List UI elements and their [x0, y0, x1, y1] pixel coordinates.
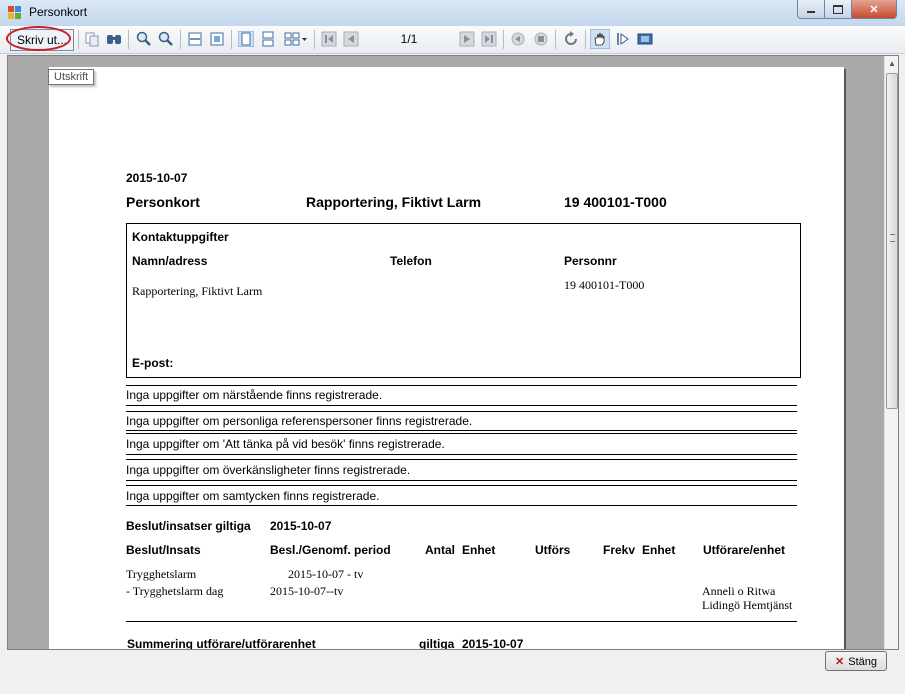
- select-mode-icon[interactable]: [615, 31, 631, 47]
- decisions-title: Beslut/insatser giltiga: [126, 519, 251, 533]
- toolbar-separator: [128, 30, 129, 49]
- personkort-window: Personkort ✕ Skriv ut... 1/1 2015-10-07 …: [0, 0, 905, 694]
- col-header-antal: Antal: [425, 543, 455, 557]
- close-button-label: Stäng: [848, 656, 877, 668]
- report-viewer[interactable]: 2015-10-07 Personkort Rapportering, Fikt…: [7, 55, 899, 650]
- minimize-icon: [807, 11, 815, 13]
- summary-title: Summering utförare/utförarenhet: [127, 637, 316, 650]
- toolbar-separator: [314, 30, 315, 49]
- find-icon[interactable]: [106, 31, 122, 47]
- toolbar-separator: [180, 30, 181, 49]
- scrollbar-thumb[interactable]: [886, 73, 898, 409]
- back-icon[interactable]: [510, 31, 526, 47]
- note-relatives: Inga uppgifter om närstående finns regis…: [126, 388, 383, 402]
- scroll-up-icon[interactable]: ▲: [888, 59, 896, 68]
- title-bar: Personkort ✕: [0, 0, 905, 26]
- report-person-id: 19 400101-T000: [564, 194, 667, 210]
- col-header-insats: Beslut/Insats: [126, 543, 201, 557]
- divider: [126, 430, 797, 431]
- close-button[interactable]: ✕ Stäng: [825, 651, 887, 671]
- contact-section: [126, 223, 801, 378]
- page-width-icon[interactable]: [187, 31, 203, 47]
- row2-period: 2015-10-07--tv: [270, 584, 344, 598]
- name-address-header: Namn/adress: [132, 254, 208, 268]
- note-references: Inga uppgifter om personliga referensper…: [126, 414, 473, 428]
- toolbar-separator: [503, 30, 504, 49]
- copy-icon[interactable]: [84, 31, 100, 47]
- close-icon: ✕: [835, 656, 845, 668]
- col-header-utfors: Utförs: [535, 543, 571, 557]
- row2-utforare-unit: Lidingö Hemtjänst: [702, 598, 793, 612]
- export-icon[interactable]: [637, 31, 653, 47]
- whole-page-icon[interactable]: [209, 31, 225, 47]
- grip-icon: [890, 234, 895, 242]
- minimize-button[interactable]: [797, 0, 825, 19]
- row2-insats: - Trygghetslarm dag: [126, 584, 224, 598]
- report-toolbar: Skriv ut... 1/1: [0, 26, 905, 54]
- toolbar-separator: [585, 30, 586, 49]
- vertical-scrollbar[interactable]: ▲: [884, 56, 898, 649]
- report-page: 2015-10-07 Personkort Rapportering, Fikt…: [49, 67, 844, 650]
- row1-insats: Trygghetslarm: [126, 567, 197, 581]
- continuous-page-icon[interactable]: [260, 31, 276, 47]
- page-counter[interactable]: 1/1: [366, 29, 452, 49]
- note-visit: Inga uppgifter om 'Att tänka på vid besö…: [126, 437, 445, 451]
- previous-page-icon[interactable]: [343, 31, 359, 47]
- personnr-value: 19 400101-T000: [564, 278, 645, 292]
- divider: [126, 485, 797, 486]
- refresh-icon[interactable]: [563, 31, 579, 47]
- contact-title: Kontaktuppgifter: [132, 230, 229, 244]
- divider: [126, 621, 797, 622]
- toolbar-separator: [78, 30, 79, 49]
- last-page-icon[interactable]: [481, 31, 497, 47]
- divider: [126, 405, 797, 406]
- summary-date: 2015-10-07: [462, 637, 524, 650]
- maximize-icon: [833, 4, 843, 14]
- report-heading: Personkort: [126, 194, 200, 210]
- single-page-icon[interactable]: [238, 31, 254, 47]
- divider: [126, 385, 797, 386]
- divider: [126, 459, 797, 460]
- first-page-icon[interactable]: [321, 31, 337, 47]
- divider: [126, 454, 797, 455]
- next-page-icon[interactable]: [459, 31, 475, 47]
- col-header-enhet-2: Enhet: [642, 543, 676, 557]
- stop-icon[interactable]: [533, 31, 549, 47]
- report-subject: Rapportering, Fiktivt Larm: [306, 194, 482, 210]
- decisions-date: 2015-10-07: [270, 519, 332, 533]
- col-header-frekv: Frekv: [603, 543, 636, 557]
- personnr-header: Personnr: [564, 254, 617, 268]
- col-header-enhet: Enhet: [462, 543, 496, 557]
- row2-utforare-name: Anneli o Ritwa: [702, 584, 776, 598]
- multi-page-dropdown-icon[interactable]: [284, 31, 308, 47]
- window-title: Personkort: [29, 5, 88, 19]
- divider: [126, 505, 797, 506]
- zoom-in-icon[interactable]: [136, 31, 152, 47]
- row1-period: 2015-10-07 - tv: [288, 567, 364, 581]
- divider: [126, 411, 797, 412]
- phone-header: Telefon: [390, 254, 432, 268]
- contact-name-value: Rapportering, Fiktivt Larm: [132, 284, 263, 298]
- email-label: E-post:: [132, 356, 174, 370]
- toolbar-separator: [231, 30, 232, 49]
- hand-tool-icon[interactable]: [590, 29, 610, 49]
- app-icon: [8, 6, 21, 19]
- summary-valid-label: giltiga: [419, 637, 455, 650]
- toolbar-separator: [555, 30, 556, 49]
- note-allergies: Inga uppgifter om överkänsligheter finns…: [126, 463, 411, 477]
- col-header-utforare: Utförare/enhet: [703, 543, 786, 557]
- divider: [126, 480, 797, 481]
- report-date: 2015-10-07: [126, 171, 188, 185]
- print-tooltip: Utskrift: [48, 69, 95, 85]
- note-consent: Inga uppgifter om samtycken finns regist…: [126, 489, 380, 503]
- close-icon: ✕: [869, 3, 879, 16]
- maximize-button[interactable]: [824, 0, 852, 19]
- divider: [126, 433, 797, 434]
- col-header-period: Besl./Genomf. period: [270, 543, 391, 557]
- zoom-out-icon[interactable]: [158, 31, 174, 47]
- close-window-button[interactable]: ✕: [851, 0, 897, 19]
- print-button[interactable]: Skriv ut...: [10, 29, 75, 51]
